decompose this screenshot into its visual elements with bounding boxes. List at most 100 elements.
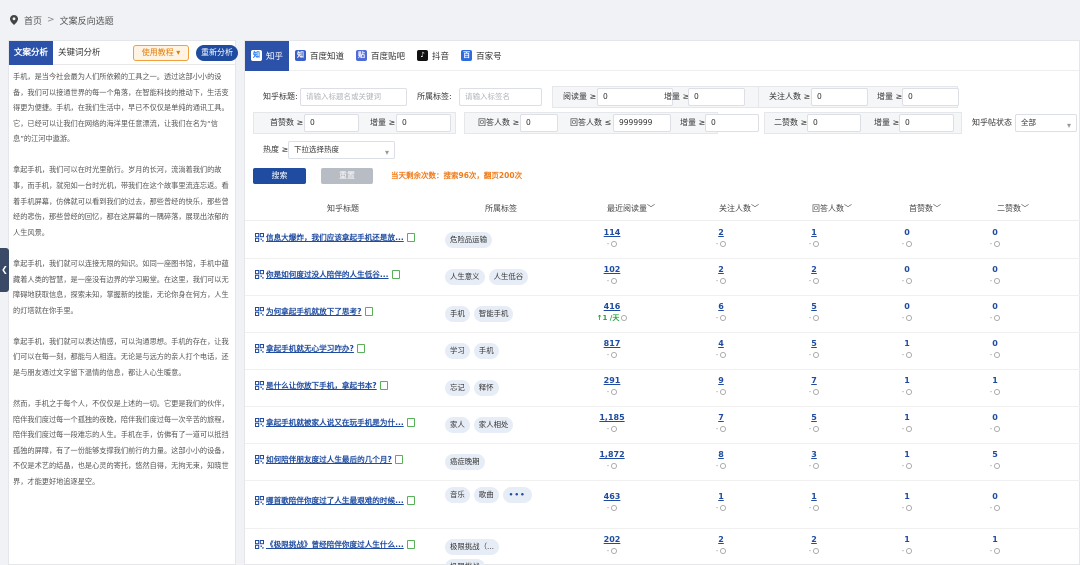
follow-count-value[interactable]: 2 <box>701 264 741 275</box>
follow-count-value[interactable]: 2 <box>701 227 741 238</box>
question-title-link[interactable]: 为何拿起手机就放下了思考? <box>255 306 373 317</box>
question-title-link[interactable]: 哪首歌陪伴你度过了人生最艰难的时候... <box>255 495 415 506</box>
reanalyze-button[interactable]: 重新分析 <box>196 45 238 61</box>
tag-chip[interactable]: 家人相处 <box>473 417 514 433</box>
answer-count-value[interactable]: 1 <box>794 491 834 502</box>
read-min-input[interactable]: 0 <box>597 88 673 106</box>
col-follow-sort[interactable]: 关注人数﹀ <box>719 197 759 221</box>
tag-chip[interactable]: 歌曲 <box>473 487 499 503</box>
tag-chip[interactable]: 危险品运输 <box>445 232 492 248</box>
read-count-value[interactable]: 202 <box>592 534 632 545</box>
follow-count-value[interactable]: 1 <box>701 491 741 502</box>
question-title-link[interactable]: 拿起手机就无心学习咋办? <box>255 343 365 354</box>
qr-code-icon[interactable] <box>255 540 264 549</box>
answers-max-input[interactable]: 9999999 <box>613 114 671 132</box>
document-icon[interactable] <box>394 455 403 464</box>
breadcrumb-home[interactable]: 首页 <box>24 14 42 27</box>
qr-code-icon[interactable] <box>255 455 264 464</box>
col-read-sort[interactable]: 最近阅读量﹀ <box>607 197 655 221</box>
qr-code-icon[interactable] <box>255 233 264 242</box>
read-count-value[interactable]: 102 <box>592 264 632 275</box>
follow-min-input[interactable]: 0 <box>811 88 868 106</box>
answer-count-value[interactable]: 3 <box>794 449 834 460</box>
heat-select[interactable]: 下拉选择热度 ▾ <box>288 141 395 159</box>
reset-button[interactable]: 重置 <box>321 168 373 184</box>
read-count-value[interactable]: 1,185 <box>592 412 632 423</box>
copy-text-area[interactable]: 手机，是当今社会最为人们所依赖的工具之一。透过这部小小的设备，我们可以接通世界的… <box>9 65 235 560</box>
tab-baidu-zhidao[interactable]: 知 百度知道 <box>289 41 350 71</box>
tag-chip[interactable]: 家人 <box>445 417 470 433</box>
second-likes-min-input[interactable]: 0 <box>807 114 861 132</box>
answer-count-value[interactable]: 5 <box>794 412 834 423</box>
document-icon[interactable] <box>379 381 388 390</box>
tag-chip[interactable]: 人生低谷 <box>488 269 529 285</box>
tag-chip[interactable]: 音乐 <box>445 487 470 503</box>
qr-code-icon[interactable] <box>255 496 264 505</box>
read-count-value[interactable]: 1,872 <box>592 449 632 460</box>
qr-code-icon[interactable] <box>255 381 264 390</box>
tag-chip[interactable]: 忘记 <box>445 380 470 396</box>
question-title-link[interactable]: 你是如何度过没人陪伴的人生低谷... <box>255 269 400 280</box>
tab-baijiahao[interactable]: 百 百家号 <box>455 41 508 71</box>
read-increment-input[interactable]: 0 <box>688 88 745 106</box>
tag-search-input[interactable]: 请输入标签名 <box>459 88 542 106</box>
tag-chip[interactable]: 手机 <box>473 343 499 359</box>
question-title-link[interactable]: 如何陪伴朋友度过人生最后的几个月? <box>255 454 403 465</box>
follow-count-value[interactable]: 9 <box>701 375 741 386</box>
more-tags-button[interactable]: ••• <box>502 487 532 503</box>
document-icon[interactable] <box>391 270 400 279</box>
second-likes-increment-input[interactable]: 0 <box>899 114 954 132</box>
title-search-input[interactable]: 请输入标题名或关键词 <box>300 88 407 106</box>
answer-count-value[interactable]: 2 <box>794 534 834 545</box>
follow-count-value[interactable]: 2 <box>701 534 741 545</box>
tag-chip[interactable]: 释怀 <box>473 380 499 396</box>
tab-baidu-tieba[interactable]: 贴 百度贴吧 <box>350 41 411 71</box>
qr-code-icon[interactable] <box>255 307 264 316</box>
read-count-value[interactable]: 463 <box>592 491 632 502</box>
tag-chip[interactable]: 手机 <box>445 306 470 322</box>
answer-count-value[interactable]: 1 <box>794 227 834 238</box>
follow-count-value[interactable]: 8 <box>701 449 741 460</box>
search-button[interactable]: 搜索 <box>253 168 306 184</box>
tab-keyword-analysis[interactable]: 关键词分析 <box>53 41 106 65</box>
read-count-value[interactable]: 114 <box>592 227 632 238</box>
tag-chip[interactable]: 极限挑战 <box>445 559 485 565</box>
qr-code-icon[interactable] <box>255 344 264 353</box>
tag-chip[interactable]: 学习 <box>445 343 470 359</box>
answer-count-value[interactable]: 5 <box>794 301 834 312</box>
answer-count-value[interactable]: 5 <box>794 338 834 349</box>
first-likes-min-input[interactable]: 0 <box>304 114 359 132</box>
document-icon[interactable] <box>406 418 415 427</box>
follow-count-value[interactable]: 6 <box>701 301 741 312</box>
document-icon[interactable] <box>364 307 373 316</box>
first-likes-increment-input[interactable]: 0 <box>396 114 451 132</box>
follow-count-value[interactable]: 7 <box>701 412 741 423</box>
tab-copy-analysis[interactable]: 文案分析 <box>9 40 54 65</box>
answers-increment-input[interactable]: 0 <box>705 114 759 132</box>
tab-douyin[interactable]: ♪ 抖音 <box>411 41 455 71</box>
col-answers-sort[interactable]: 回答人数﹀ <box>812 197 852 221</box>
usage-guide-dropdown[interactable]: 使用教程 ▾ <box>133 45 189 61</box>
col-second-likes-sort[interactable]: 二赞数﹀ <box>997 197 1029 221</box>
read-count-value[interactable]: 416 <box>592 301 632 312</box>
post-status-select[interactable]: 全部 ▾ <box>1015 114 1077 132</box>
tag-chip[interactable]: 癌症晚期 <box>445 454 485 470</box>
answers-min-input[interactable]: 0 <box>520 114 558 132</box>
tag-chip[interactable]: 人生意义 <box>445 269 485 285</box>
read-count-value[interactable]: 291 <box>592 375 632 386</box>
document-icon[interactable] <box>356 344 365 353</box>
question-title-link[interactable]: 拿起手机就被家人说又在玩手机是为什... <box>255 417 415 428</box>
question-title-link[interactable]: 《极限挑战》曾经陪伴你度过人生什么... <box>255 539 415 550</box>
answer-count-value[interactable]: 2 <box>794 264 834 275</box>
read-count-value[interactable]: 817 <box>592 338 632 349</box>
document-icon[interactable] <box>406 233 415 242</box>
tag-chip[interactable]: 极限挑战（... <box>445 539 500 555</box>
answer-count-value[interactable]: 7 <box>794 375 834 386</box>
question-title-link[interactable]: 信息大爆炸，我们应该拿起手机还是放... <box>255 232 415 243</box>
col-first-likes-sort[interactable]: 首赞数﹀ <box>909 197 941 221</box>
document-icon[interactable] <box>406 540 415 549</box>
question-title-link[interactable]: 是什么让你放下手机，拿起书本? <box>255 380 388 391</box>
collapse-panel-button[interactable]: ❮ <box>0 248 9 292</box>
qr-code-icon[interactable] <box>255 418 264 427</box>
follow-count-value[interactable]: 4 <box>701 338 741 349</box>
